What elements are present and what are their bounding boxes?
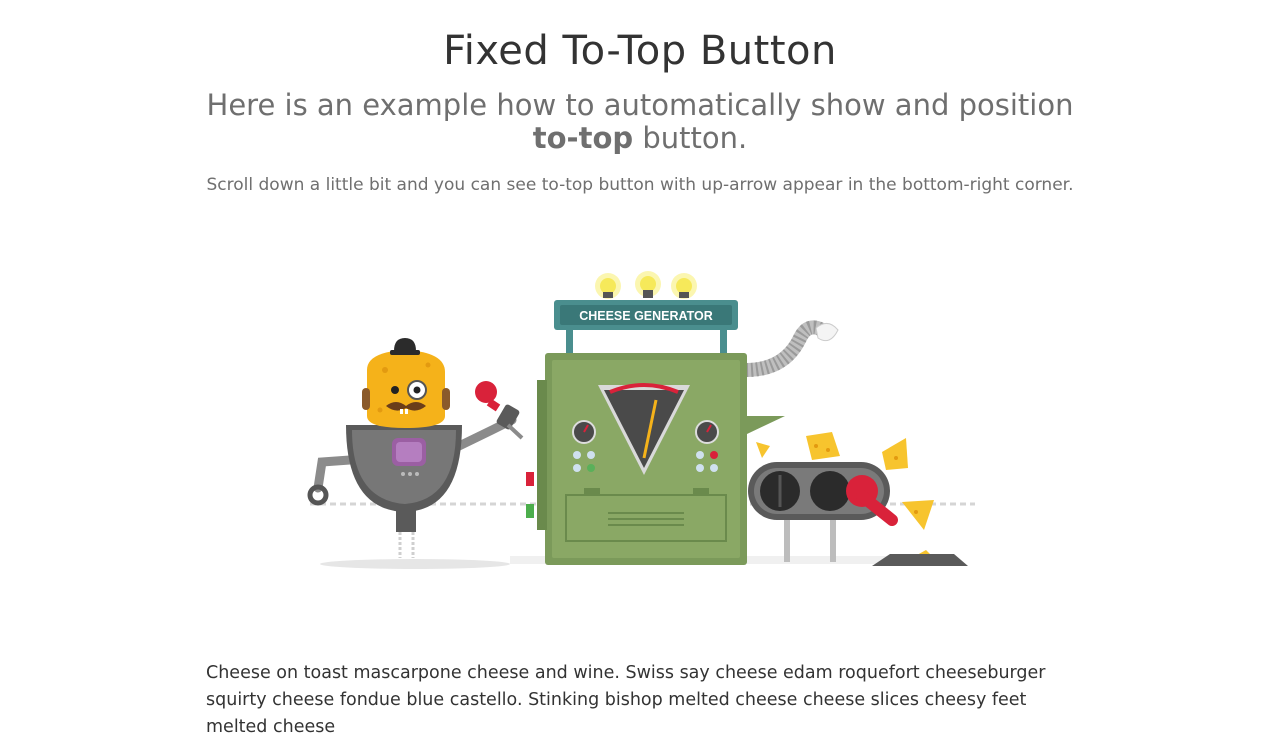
robot-icon xyxy=(307,338,524,558)
page-container: Fixed To-Top Button Here is an example h… xyxy=(200,0,1080,737)
page-subtitle: Here is an example how to automatically … xyxy=(200,89,1080,155)
subtitle-text-end: button. xyxy=(633,121,748,155)
subtitle-bold-text: to-top xyxy=(532,121,634,155)
conveyor-belt-icon xyxy=(748,462,898,562)
subtitle-text: Here is an example how to automatically … xyxy=(206,88,1074,122)
lead-paragraph: Scroll down a little bit and you can see… xyxy=(206,175,1074,195)
ground-shadow xyxy=(320,559,510,569)
body-paragraph: Cheese on toast mascarpone cheese and wi… xyxy=(206,663,1046,737)
page-title: Fixed To-Top Button xyxy=(443,28,837,74)
cheese-generator-machine-icon: CHEESE GENERATOR xyxy=(526,271,839,565)
light-bulb-icon xyxy=(595,271,697,299)
machine-sign-label: CHEESE GENERATOR xyxy=(579,309,713,323)
cheese-generator-illustration: CHEESE GENERATOR xyxy=(307,271,975,569)
